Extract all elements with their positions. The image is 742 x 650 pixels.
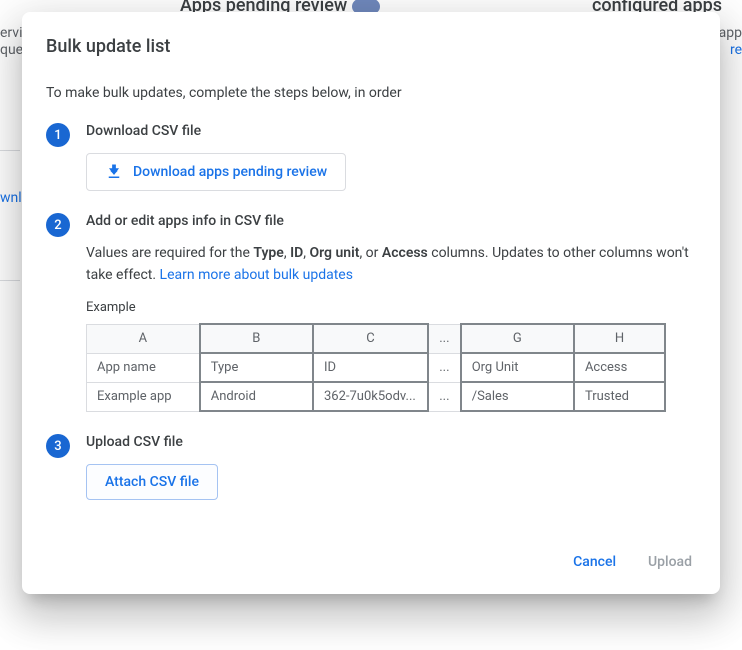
table-header-cell: H bbox=[574, 324, 665, 353]
step-description: Values are required for the Type, ID, Or… bbox=[86, 243, 696, 286]
upload-button: Upload bbox=[644, 548, 696, 576]
step-content: Upload CSV file Attach CSV file bbox=[86, 434, 696, 500]
bulk-update-dialog: Bulk update list To make bulk updates, c… bbox=[22, 12, 720, 594]
learn-more-link[interactable]: Learn more about bulk updates bbox=[160, 267, 353, 283]
bg-divider bbox=[0, 150, 20, 151]
step-title: Upload CSV file bbox=[86, 434, 696, 450]
download-csv-button[interactable]: Download apps pending review bbox=[86, 153, 346, 191]
table-cell: ID bbox=[313, 353, 428, 382]
bg-right-link: re bbox=[730, 42, 742, 58]
step-number-badge: 1 bbox=[46, 123, 70, 147]
step-1: 1 Download CSV file Download apps pendin… bbox=[46, 123, 696, 191]
table-cell: Android bbox=[200, 382, 313, 411]
step-title: Add or edit apps info in CSV file bbox=[86, 213, 696, 229]
table-cell: App name bbox=[87, 353, 200, 382]
table-cell: Access bbox=[574, 353, 665, 382]
step-number-badge: 3 bbox=[46, 434, 70, 458]
step-number-badge: 2 bbox=[46, 213, 70, 237]
download-icon bbox=[105, 163, 123, 181]
table-row: Example app Android 362-7u0k5odv... ... … bbox=[87, 382, 666, 411]
bg-side-link: wnl bbox=[0, 190, 22, 206]
bg-right-text: app bbox=[719, 25, 742, 41]
table-header-row: A B C ... G H bbox=[87, 324, 666, 353]
step-title: Download CSV file bbox=[86, 123, 696, 139]
table-cell: 362-7u0k5odv... bbox=[313, 382, 428, 411]
attach-csv-button[interactable]: Attach CSV file bbox=[86, 464, 218, 500]
table-cell: Type bbox=[200, 353, 313, 382]
example-table: A B C ... G H App name Type ID ... Org U… bbox=[86, 323, 666, 412]
table-cell: ... bbox=[428, 382, 461, 411]
bg-side-text: que bbox=[0, 42, 23, 58]
table-header-cell: C bbox=[313, 324, 428, 353]
table-header-cell: B bbox=[200, 324, 313, 353]
table-cell: Example app bbox=[87, 382, 200, 411]
table-header-cell: G bbox=[461, 324, 574, 353]
table-header-cell: A bbox=[87, 324, 200, 353]
table-cell: ... bbox=[428, 353, 461, 382]
table-header-cell: ... bbox=[428, 324, 461, 353]
dialog-actions: Cancel Upload bbox=[46, 548, 696, 576]
download-button-label: Download apps pending review bbox=[133, 164, 327, 180]
bg-divider bbox=[0, 280, 20, 281]
dialog-title: Bulk update list bbox=[46, 36, 696, 57]
step-2: 2 Add or edit apps info in CSV file Valu… bbox=[46, 213, 696, 412]
step-content: Add or edit apps info in CSV file Values… bbox=[86, 213, 696, 412]
table-cell: Org Unit bbox=[461, 353, 574, 382]
dialog-intro: To make bulk updates, complete the steps… bbox=[46, 85, 696, 101]
step-content: Download CSV file Download apps pending … bbox=[86, 123, 696, 191]
table-cell: Trusted bbox=[574, 382, 665, 411]
cancel-button[interactable]: Cancel bbox=[569, 548, 620, 576]
attach-button-label: Attach CSV file bbox=[105, 474, 199, 490]
table-row: App name Type ID ... Org Unit Access bbox=[87, 353, 666, 382]
example-label: Example bbox=[86, 300, 696, 315]
step-3: 3 Upload CSV file Attach CSV file bbox=[46, 434, 696, 500]
table-cell: /Sales bbox=[461, 382, 574, 411]
